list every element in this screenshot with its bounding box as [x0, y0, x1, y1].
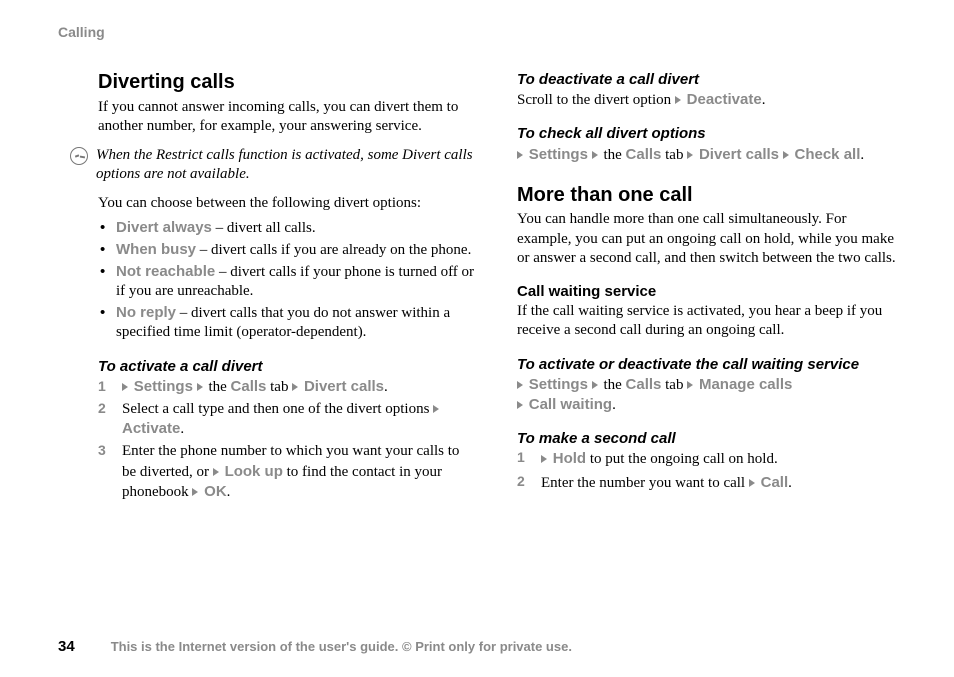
ui-calls-tab: Calls [626, 376, 662, 393]
step-text: to put the ongoing call on hold. [586, 451, 778, 467]
footer-text: This is the Internet version of the user… [111, 639, 572, 654]
more-paragraph: You can handle more than one call simult… [517, 210, 896, 268]
left-column: Diverting calls If you cannot answer inc… [98, 70, 477, 505]
arrow-icon [592, 151, 598, 159]
arrow-icon [517, 401, 523, 409]
ui-divert-calls: Divert calls [699, 146, 779, 163]
ui-call: Call [761, 474, 789, 491]
text-tab: tab [266, 379, 292, 395]
option-when-busy: When busy – divert calls if you are alre… [98, 240, 477, 260]
option-desc: – divert calls if you are already on the… [196, 242, 471, 258]
text-period: . [860, 147, 864, 163]
option-label: Not reachable [116, 263, 215, 280]
option-label: Divert always [116, 219, 212, 236]
arrow-icon [197, 383, 203, 391]
step-text: Select a call type and then one of the d… [122, 401, 433, 417]
heading-to-deactivate: To deactivate a call divert [517, 70, 896, 89]
deact-pre: Scroll to the divert option [517, 92, 675, 108]
waiting-activate-line: Settings the Calls tab Manage calls Call… [517, 375, 896, 416]
heading-activate-waiting: To activate or deactivate the call waiti… [517, 355, 896, 374]
heading-to-check-all: To check all divert options [517, 124, 896, 143]
ui-calls-tab: Calls [626, 146, 662, 163]
text-the: the [600, 377, 626, 393]
options-intro: You can choose between the following div… [98, 194, 477, 213]
intro-paragraph: If you cannot answer incoming calls, you… [98, 98, 477, 136]
arrow-icon [433, 405, 439, 413]
ui-ok: OK [204, 483, 227, 500]
ui-check-all: Check all [795, 146, 861, 163]
heading-more-than-one-call: More than one call [517, 183, 896, 209]
ui-deactivate: Deactivate [687, 91, 762, 108]
text-the: the [600, 147, 626, 163]
note-text: When the Restrict calls function is acti… [96, 146, 477, 184]
page-footer: 34 This is the Internet version of the u… [0, 638, 954, 655]
arrow-icon [213, 468, 219, 476]
option-divert-always: Divert always – divert all calls. [98, 218, 477, 238]
text-period: . [762, 92, 766, 108]
check-all-line: Settings the Calls tab Divert calls Chec… [517, 145, 896, 165]
text-period: . [612, 397, 616, 413]
activate-steps: Settings the Calls tab Divert calls. Sel… [98, 377, 477, 502]
arrow-icon [192, 488, 198, 496]
ui-manage-calls: Manage calls [699, 376, 792, 393]
waiting-paragraph: If the call waiting service is activated… [517, 302, 896, 340]
option-label: No reply [116, 304, 176, 321]
arrow-icon [541, 455, 547, 463]
heading-make-second-call: To make a second call [517, 429, 896, 448]
arrow-icon [783, 151, 789, 159]
step-text: Enter the number you want to call [541, 475, 749, 491]
text-period: . [384, 379, 388, 395]
ui-hold: Hold [553, 450, 586, 467]
step-1: Settings the Calls tab Divert calls. [98, 377, 477, 397]
text-period: . [180, 421, 184, 437]
text-the: the [205, 379, 231, 395]
arrow-icon [687, 151, 693, 159]
ui-settings: Settings [529, 146, 588, 163]
arrow-icon [675, 96, 681, 104]
heading-diverting-calls: Diverting calls [98, 70, 477, 96]
ui-activate: Activate [122, 420, 180, 437]
deactivate-line: Scroll to the divert option Deactivate. [517, 90, 896, 110]
second-call-steps: Hold to put the ongoing call on hold. En… [517, 449, 896, 492]
heading-call-waiting-service: Call waiting service [517, 282, 896, 301]
step-2: Select a call type and then one of the d… [98, 400, 477, 439]
content-columns: Diverting calls If you cannot answer inc… [48, 70, 906, 505]
option-desc: – divert all calls. [212, 220, 316, 236]
note-restrict-calls: When the Restrict calls function is acti… [70, 146, 477, 184]
option-not-reachable: Not reachable – divert calls if your pho… [98, 262, 477, 301]
option-label: When busy [116, 241, 196, 258]
ui-call-waiting: Call waiting [529, 396, 612, 413]
ui-settings: Settings [529, 376, 588, 393]
arrow-icon [687, 381, 693, 389]
arrow-icon [292, 383, 298, 391]
arrow-icon [592, 381, 598, 389]
ui-settings: Settings [134, 378, 193, 395]
text-period: . [788, 475, 792, 491]
page-number: 34 [58, 638, 75, 655]
divert-options-list: Divert always – divert all calls. When b… [98, 218, 477, 343]
ui-divert-calls: Divert calls [304, 378, 384, 395]
ui-look-up: Look up [225, 463, 283, 480]
note-icon [70, 147, 88, 165]
text-tab: tab [661, 147, 687, 163]
text-tab: tab [661, 377, 687, 393]
arrow-icon [749, 479, 755, 487]
right-column: To deactivate a call divert Scroll to th… [517, 70, 896, 505]
heading-to-activate: To activate a call divert [98, 357, 477, 376]
section-header: Calling [58, 24, 906, 40]
step-3: Enter the phone number to which you want… [98, 442, 477, 502]
arrow-icon [517, 151, 523, 159]
step-2: Enter the number you want to call Call. [517, 473, 896, 493]
ui-calls-tab: Calls [231, 378, 267, 395]
text-period: . [227, 484, 231, 500]
arrow-icon [122, 383, 128, 391]
arrow-icon [517, 381, 523, 389]
step-1: Hold to put the ongoing call on hold. [517, 449, 896, 469]
option-no-reply: No reply – divert calls that you do not … [98, 303, 477, 342]
